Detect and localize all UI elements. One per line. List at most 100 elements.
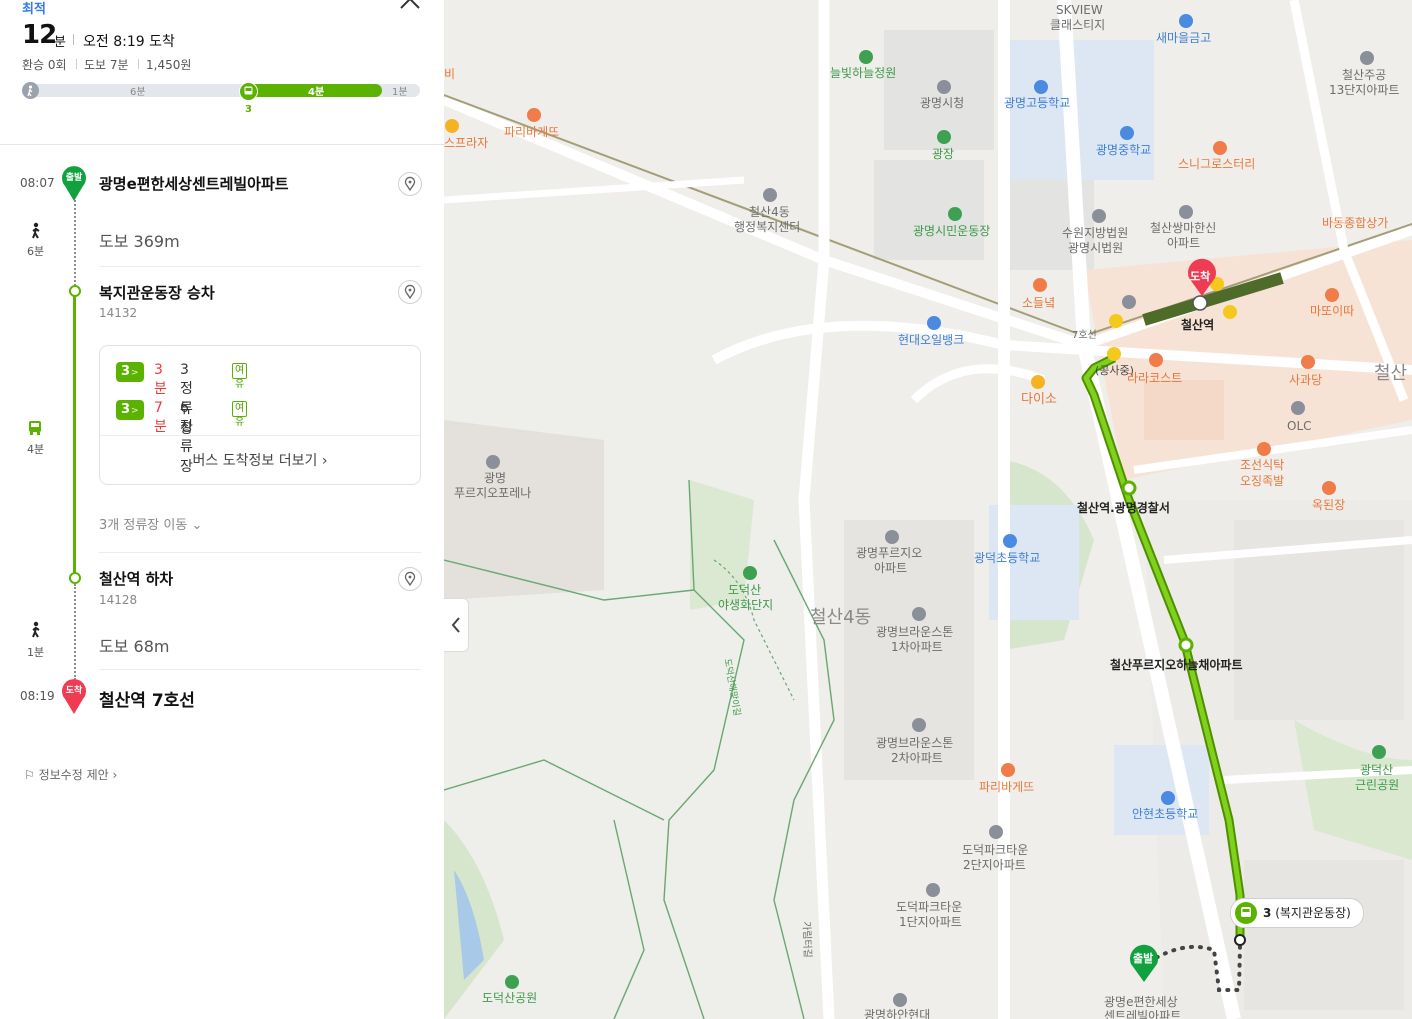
total-minutes-unit: 분	[54, 35, 66, 50]
map-label: 광덕초등학교	[974, 551, 1041, 565]
map-label: 광덕산	[1360, 763, 1394, 777]
best-route-badge: 최적	[22, 2, 46, 17]
alight-stop-name[interactable]: 철산역 하차	[99, 568, 173, 589]
map-label: 13단지아파트	[1329, 83, 1400, 97]
map-label: 7호선	[1072, 330, 1097, 341]
flag-icon: ⚐	[24, 768, 35, 782]
bus-crowd-status: 여유	[232, 363, 248, 390]
start-place-name[interactable]: 광명e편한세상센트레빌아파트	[99, 173, 289, 194]
map-label: 행정복지센터	[734, 220, 801, 234]
map-label: 다이소	[1021, 392, 1057, 407]
stops-count-label: 3개 정류장 이동	[99, 518, 188, 533]
map-label: 광명푸르지오	[856, 546, 923, 560]
map-label: 오징족발	[1240, 474, 1285, 488]
map-view[interactable]: SKVIEW 클래스티지 새마을금고 철산주공 13단지아파트 늘빛하늘정원 광…	[444, 0, 1412, 1019]
row-divider	[99, 669, 421, 670]
summary-separator	[73, 34, 74, 45]
map-label: 아파트	[874, 561, 908, 575]
map-label: 늘빛하늘정원	[830, 66, 897, 80]
bus-number: 3	[121, 402, 131, 417]
end-time: 08:19	[20, 689, 55, 703]
map-label: 새마을금고	[1156, 31, 1212, 45]
map-label: 1단지아파트	[899, 915, 962, 929]
map-label: 파리바게뜨	[504, 125, 560, 139]
map-label: 광명브라운스톤	[876, 736, 954, 750]
map-label: 철산역.광명경찰서	[1077, 501, 1170, 515]
map-label: 라라코스트	[1127, 371, 1183, 385]
map-label: 철산4동	[810, 607, 872, 628]
alight-stop-marker	[69, 572, 81, 584]
map-label: 센트레빌아파트	[1104, 1009, 1182, 1019]
map-label: 광명시법원	[1068, 241, 1124, 255]
map-label: 광명시민운동장	[913, 224, 991, 238]
bus-arrival-box: 3> 3분 3정류장 여유 3> 7분 6정류장 여유 버스 도착정보 더보기 …	[99, 345, 421, 485]
end-pin-icon: 도착	[61, 677, 87, 719]
map-label: 도덕산	[728, 583, 762, 597]
walk1-minutes: 6분	[27, 245, 45, 258]
map-label: 1차아파트	[891, 640, 943, 654]
alight-locate-button[interactable]	[398, 567, 422, 591]
board-stop-marker	[69, 285, 81, 297]
map-label: 광명하안현대	[864, 1008, 931, 1019]
map-label: 도덕파크타운	[896, 900, 963, 914]
map-label: 비	[444, 67, 456, 81]
board-stop-name[interactable]: 복지관운동장 승차	[99, 282, 215, 303]
map-label: 철산쌍마한신	[1150, 221, 1217, 235]
bus-chip-number: 3	[1263, 906, 1272, 920]
bus-box-divider	[100, 435, 420, 436]
board-stop-id: 14132	[99, 306, 138, 320]
map-label: 도덕파크타운	[962, 843, 1029, 857]
map-label: 마또이따	[1310, 304, 1355, 318]
bus-route-badge: 3>	[116, 400, 144, 420]
route-progress-bar: 6분 4분 1분	[22, 82, 420, 101]
bus-chip-stop-name: (복지관운동장)	[1275, 906, 1351, 920]
row-divider	[99, 552, 421, 553]
collapse-route-button[interactable]	[396, 0, 424, 16]
map-label: 소들녘	[1022, 296, 1056, 310]
map-label: 가림터길	[800, 920, 813, 959]
bus-number: 3	[121, 364, 131, 379]
map-label: 2차아파트	[891, 751, 943, 765]
suggest-edit-link[interactable]: ⚐ 정보수정 제안 ›	[24, 766, 117, 783]
board-locate-button[interactable]	[398, 280, 422, 304]
section-divider	[0, 144, 444, 145]
map-label: 철산	[1374, 363, 1408, 384]
map-canvas	[444, 0, 1412, 1019]
walk-connector	[74, 200, 76, 286]
walk-icon	[28, 621, 44, 643]
start-locate-button[interactable]	[398, 172, 422, 196]
map-label: 스니그로스터리	[1178, 157, 1256, 171]
route-detail-panel: 최적 12 분 오전 8:19 도착 환승 0회 도보 7분 1,450원 6분…	[0, 0, 445, 1019]
map-bus-stop-chip[interactable]: 3 (복지관운동장)	[1230, 898, 1364, 928]
transfer-count: 환승 0회	[22, 58, 67, 72]
bus-duration: 4분	[308, 87, 325, 98]
end-place-name[interactable]: 철산역 7호선	[99, 686, 195, 711]
bus-wait-time: 7분	[154, 400, 167, 435]
row-divider	[99, 266, 421, 267]
stops-count-toggle[interactable]: 3개 정류장 이동 ⌄	[99, 514, 202, 533]
map-label: 조선식탁	[1240, 458, 1285, 472]
map-label: 현대오일뱅크	[898, 333, 965, 347]
map-label: 광명브라운스톤	[876, 625, 954, 639]
bus-more-info-button[interactable]: 버스 도착정보 더보기 ›	[100, 450, 420, 470]
total-minutes: 12	[22, 20, 57, 50]
location-pin-icon	[404, 571, 416, 587]
map-label: 철산주공	[1342, 68, 1387, 82]
map-label: 근린공원	[1355, 778, 1400, 792]
chevron-right-icon: ›	[112, 768, 118, 782]
chevron-right-icon: ›	[321, 453, 328, 469]
map-label: 안현초등학교	[1132, 807, 1199, 821]
bus-route-number: 3	[245, 104, 252, 115]
collapse-panel-button[interactable]	[444, 598, 469, 652]
chevron-up-icon	[400, 0, 420, 9]
location-pin-icon	[404, 284, 416, 300]
bus-icon	[28, 420, 42, 440]
arrival-time: 오전 8:19 도착	[83, 34, 175, 50]
meta-separator	[76, 59, 77, 69]
map-label: 수원지방법원	[1062, 226, 1129, 240]
map-label: 출발	[1133, 952, 1154, 965]
start-time: 08:07	[20, 176, 55, 190]
location-pin-icon	[404, 176, 416, 192]
map-label: 광명중학교	[1096, 143, 1152, 157]
bus-route-badge: 3>	[116, 362, 144, 382]
